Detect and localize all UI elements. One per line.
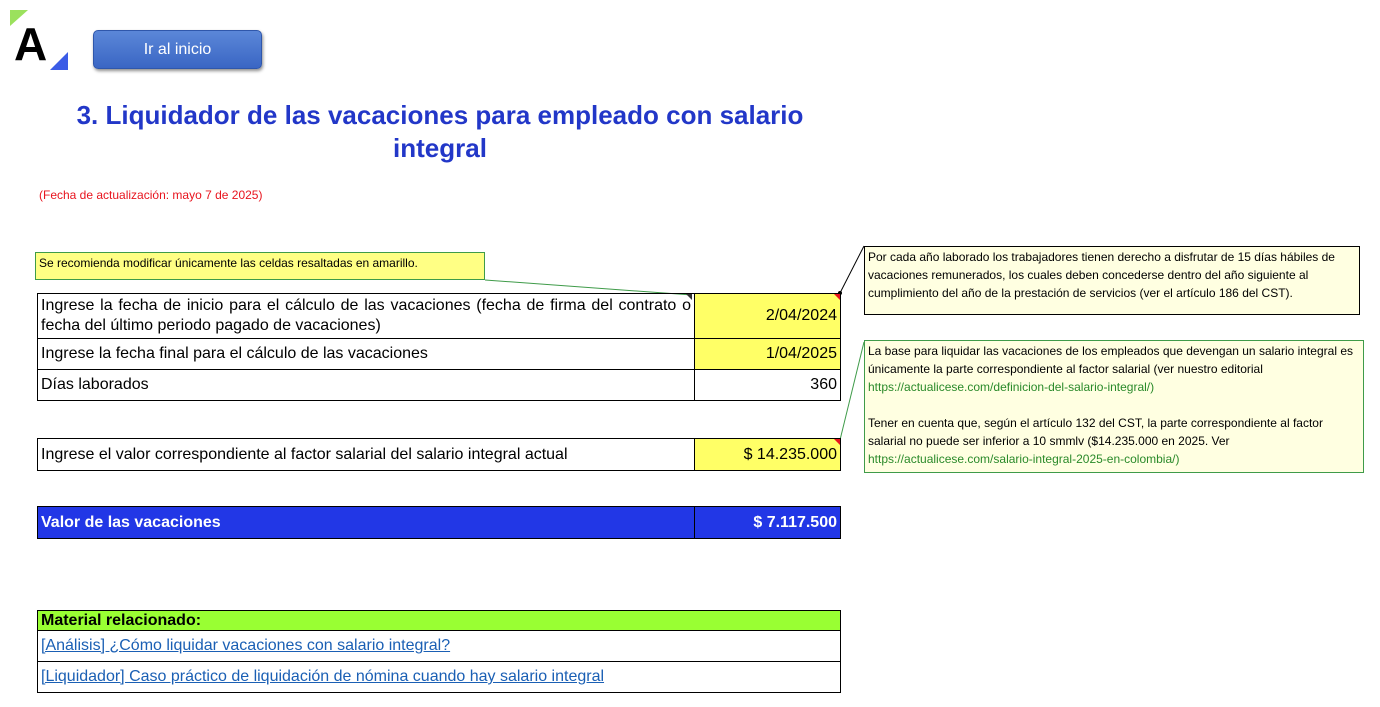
note2-text-2: Tener en cuenta que, según el artículo 1…: [868, 416, 1323, 448]
table-row: Ingrese la fecha final para el cálculo d…: [37, 338, 841, 370]
comment-marker-icon[interactable]: [834, 294, 840, 300]
result-label: Valor de las vacaciones: [37, 506, 695, 539]
related-link-analysis[interactable]: [Análisis] ¿Cómo liquidar vacaciones con…: [41, 637, 450, 654]
end-date-label: Ingrese la fecha final para el cálculo d…: [37, 338, 695, 370]
start-date-label: Ingrese la fecha de inicio para el cálcu…: [37, 293, 695, 339]
comment-marker-icon: [686, 294, 692, 300]
related-material-table: Material relacionado: [Análisis] ¿Cómo l…: [37, 610, 841, 693]
table-row: [Análisis] ¿Cómo liquidar vacaciones con…: [37, 630, 841, 662]
table-row: Ingrese el valor correspondiente al fact…: [37, 438, 841, 471]
vacation-input-table: Ingrese la fecha de inicio para el cálcu…: [37, 293, 841, 401]
days-worked-value: 360: [694, 369, 841, 401]
end-date-input[interactable]: 1/04/2025: [694, 338, 841, 370]
days-worked-label: Días laborados: [37, 369, 695, 401]
related-material-header: Material relacionado:: [37, 610, 841, 631]
table-row: Días laborados 360: [37, 369, 841, 401]
note1-connector: [839, 245, 865, 294]
related-link-liquidador[interactable]: [Liquidador] Caso práctico de liquidació…: [41, 668, 604, 685]
table-row: Valor de las vacaciones $ 7.117.500: [37, 506, 841, 539]
factor-input-table: Ingrese el valor correspondiente al fact…: [37, 438, 841, 471]
note2-text-1: La base para liquidar las vacaciones de …: [868, 344, 1353, 376]
comment-marker-icon[interactable]: [834, 439, 840, 445]
note2-url-2: https://actualicese.com/salario-integral…: [868, 452, 1180, 466]
note2-url-1: https://actualicese.com/definicion-del-s…: [868, 380, 1155, 394]
note2-connector: [839, 341, 865, 441]
table-row: Ingrese la fecha de inicio para el cálcu…: [37, 293, 841, 339]
start-date-input[interactable]: 2/04/2024: [694, 293, 841, 339]
result-value: $ 7.117.500: [694, 506, 841, 539]
comment-note-salary-base: La base para liquidar las vacaciones de …: [864, 340, 1364, 473]
table-row: [Liquidador] Caso práctico de liquidació…: [37, 661, 841, 693]
table-row: Material relacionado:: [37, 610, 841, 631]
factor-label: Ingrese el valor correspondiente al fact…: [37, 438, 695, 471]
comment-note-vacation-days: Por cada año laborado los trabajadores t…: [864, 246, 1360, 315]
factor-input[interactable]: $ 14.235.000: [694, 438, 841, 471]
result-table: Valor de las vacaciones $ 7.117.500: [37, 506, 841, 539]
